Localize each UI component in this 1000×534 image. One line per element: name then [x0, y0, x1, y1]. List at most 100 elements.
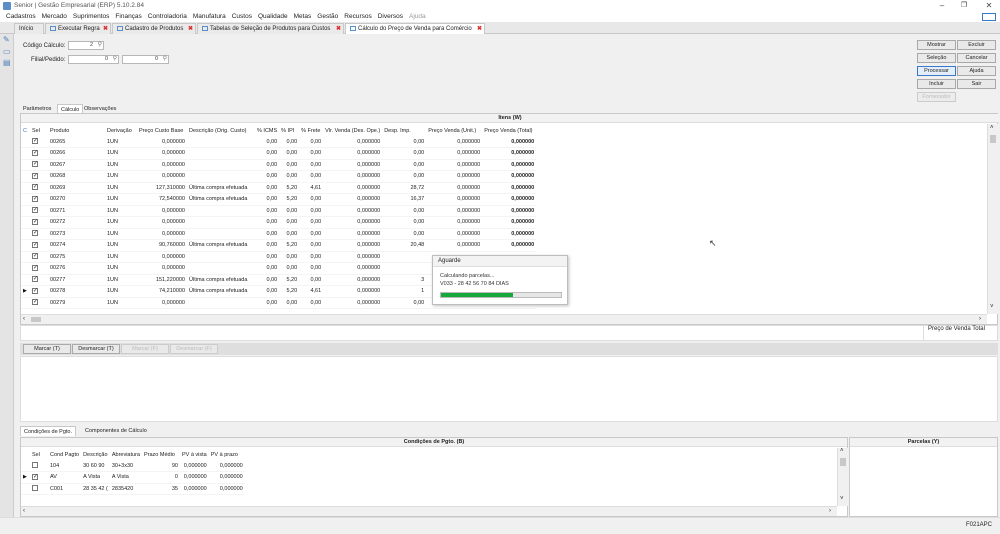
row-select-checkbox[interactable]: [30, 471, 48, 484]
close-tab-icon[interactable]: ✖: [477, 24, 482, 34]
close-icon[interactable]: ✕: [983, 1, 995, 11]
table-row[interactable]: 002701UN72,540000Última compra efetuada0…: [21, 193, 537, 206]
col-header[interactable]: % IPI: [279, 126, 299, 136]
menu-item-recursos[interactable]: Recursos: [344, 12, 371, 22]
table-row[interactable]: 002741UN90,760000Última compra efetuada0…: [21, 239, 537, 252]
scroll-left-icon[interactable]: ‹: [23, 508, 25, 514]
minimize-icon[interactable]: –: [936, 1, 948, 11]
close-tab-icon[interactable]: ✖: [188, 24, 193, 34]
window-icon[interactable]: ▭: [3, 48, 11, 56]
col-header[interactable]: Desp. Imp.: [382, 126, 426, 136]
tab-componentes-calculo[interactable]: Componentes de Cálculo: [82, 426, 150, 436]
col-header[interactable]: Cond Pagto: [48, 450, 81, 460]
row-select-checkbox[interactable]: [30, 297, 48, 309]
table-row[interactable]: 002711UN0,0000000,000,000,000,0000000,00…: [21, 205, 537, 217]
pedido-field[interactable]: 0 ⚲: [122, 55, 169, 64]
selecao-button[interactable]: Seleção: [917, 53, 956, 63]
menu-item-mercado[interactable]: Mercado: [42, 12, 67, 22]
col-header[interactable]: Preço Custo Base: [137, 126, 187, 136]
checkbox-icon[interactable]: [32, 485, 38, 492]
row-select-checkbox[interactable]: [30, 136, 48, 148]
tab-inicio[interactable]: Início: [14, 23, 44, 34]
items-vertical-scrollbar[interactable]: ˄ ˅: [987, 124, 998, 314]
menu-item-manufatura[interactable]: Manufatura: [193, 12, 226, 22]
checkbox-icon[interactable]: [32, 183, 38, 191]
col-header[interactable]: PV à vista: [180, 450, 209, 460]
refresh-icon[interactable]: C: [21, 126, 30, 136]
row-select-checkbox[interactable]: [30, 262, 48, 275]
table-row[interactable]: 002671UN0,0000000,000,000,000,0000000,00…: [21, 159, 537, 171]
checkbox-icon[interactable]: [32, 149, 38, 156]
desmarcar-button[interactable]: Desmarcar (T): [72, 344, 120, 354]
table-row[interactable]: 002691UN127,310000Última compra efetuada…: [21, 182, 537, 194]
row-select-checkbox[interactable]: [30, 460, 48, 472]
table-row[interactable]: 104 30 60 90 30+3x30 90 0,000000 0,000000: [21, 460, 245, 472]
table-row[interactable]: 002651UN0,0000000,000,000,000,0000000,00…: [21, 136, 537, 148]
col-header[interactable]: Abreviatura: [110, 450, 142, 460]
row-select-checkbox[interactable]: [30, 285, 48, 298]
tab-tabelas-selecao[interactable]: Tabelas de Seleção de Produtos para Cust…: [197, 23, 344, 34]
menu-item-metas[interactable]: Metas: [294, 12, 312, 22]
col-header[interactable]: Descrição (Orig. Custo): [187, 126, 255, 136]
col-header[interactable]: Vlr. Venda (Des. Ope.): [323, 126, 382, 136]
row-select-checkbox[interactable]: [30, 193, 48, 206]
checkbox-icon[interactable]: [32, 287, 38, 294]
fornecedor-button[interactable]: Fornecedor: [917, 92, 956, 102]
menu-item-diversos[interactable]: Diversos: [378, 12, 403, 22]
scroll-up-icon[interactable]: ˄: [840, 448, 844, 454]
codigo-calculo-field[interactable]: 2 ⚲: [68, 41, 104, 50]
tab-cadastro-produtos[interactable]: Cadastro de Produtos ✖: [112, 23, 196, 34]
row-select-checkbox[interactable]: [30, 274, 48, 286]
menu-item-custos[interactable]: Custos: [232, 12, 252, 22]
row-select-checkbox[interactable]: [30, 228, 48, 240]
col-header[interactable]: Sel: [30, 450, 48, 460]
row-select-checkbox[interactable]: [30, 483, 48, 495]
row-select-checkbox[interactable]: [30, 159, 48, 171]
search-icon[interactable]: ⚲: [113, 56, 117, 63]
checkbox-icon[interactable]: [32, 160, 38, 168]
checkbox-icon[interactable]: [32, 172, 38, 179]
col-header[interactable]: Preço Venda (Unit.): [426, 126, 482, 136]
menu-item-ajuda[interactable]: Ajuda: [409, 12, 426, 22]
condicoes-vertical-scrollbar[interactable]: ˄ ˅: [837, 448, 848, 506]
scroll-up-icon[interactable]: ˄: [990, 125, 994, 131]
tab-condicoes-pgto[interactable]: Condições de Pgto.: [20, 426, 77, 436]
row-select-checkbox[interactable]: [30, 147, 48, 160]
scroll-down-icon[interactable]: ˅: [990, 304, 994, 310]
excluir-button[interactable]: Excluir: [957, 40, 996, 50]
close-tab-icon[interactable]: ✖: [103, 24, 108, 34]
menu-item-qualidade[interactable]: Qualidade: [258, 12, 288, 22]
checkbox-icon[interactable]: [32, 264, 38, 271]
row-select-checkbox[interactable]: [30, 182, 48, 194]
scroll-down-icon[interactable]: ˅: [840, 496, 844, 502]
filial-field[interactable]: 0 ⚲: [68, 55, 119, 64]
form-icon[interactable]: ▤: [3, 59, 11, 67]
checkbox-icon[interactable]: [32, 229, 38, 237]
window-layout-icon[interactable]: [982, 13, 996, 21]
condicoes-horizontal-scrollbar[interactable]: ‹ ›: [21, 506, 837, 516]
scroll-thumb[interactable]: [31, 317, 41, 322]
sair-button[interactable]: Sair: [957, 79, 996, 89]
col-header[interactable]: Descrição: [81, 450, 110, 460]
mostrar-button[interactable]: Mostrar: [917, 40, 956, 50]
checkbox-icon[interactable]: [32, 298, 38, 306]
checkbox-icon[interactable]: [32, 252, 38, 260]
maximize-icon[interactable]: ❐: [958, 1, 970, 11]
checkbox-icon[interactable]: [32, 195, 38, 202]
search-icon[interactable]: ⚲: [163, 56, 167, 63]
menu-item-controladoria[interactable]: Controladoria: [148, 12, 187, 22]
row-select-checkbox[interactable]: [30, 205, 48, 217]
processar-button[interactable]: Processar: [917, 66, 956, 76]
marcar-filtro-button[interactable]: Marcar (F): [121, 344, 169, 354]
checkbox-icon[interactable]: [32, 473, 38, 480]
checkbox-icon[interactable]: [32, 275, 38, 283]
scroll-thumb[interactable]: [990, 135, 996, 143]
menu-item-financas[interactable]: Finanças: [115, 12, 141, 22]
row-select-checkbox[interactable]: [30, 170, 48, 183]
col-header[interactable]: Sel: [30, 126, 48, 136]
col-header[interactable]: Prazo Médio: [142, 450, 180, 460]
col-header[interactable]: % Frete: [299, 126, 323, 136]
tab-calculo-preco-venda[interactable]: Cálculo do Preço de Venda para Comércio ✖: [345, 23, 485, 34]
cancelar-button[interactable]: Cancelar: [957, 53, 996, 63]
menu-item-cadastros[interactable]: Cadastros: [6, 12, 36, 22]
